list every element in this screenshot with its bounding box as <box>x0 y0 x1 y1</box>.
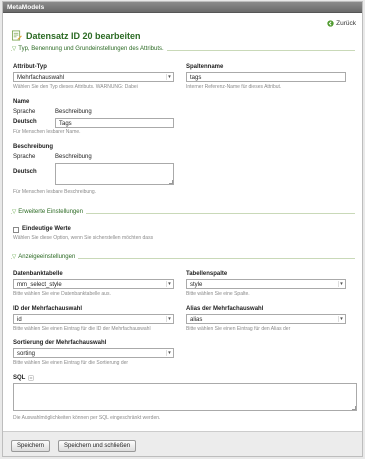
unique-values-help: Wählen Sie diese Option, wenn Sie sicher… <box>13 235 154 241</box>
description-help: Für Menschen lesbare Beschreibung. <box>13 189 97 195</box>
resize-handle[interactable] <box>169 180 173 184</box>
table-column-label: Tabellenspalte <box>186 271 228 277</box>
table-column-value: style <box>190 282 203 288</box>
back-arrow-icon <box>327 20 334 27</box>
resize-handle[interactable] <box>352 406 356 410</box>
id-column-label: ID der Mehrfachauswahl <box>13 306 83 312</box>
sorting-select[interactable]: sorting ▼ <box>13 348 174 358</box>
help-wizard-icon[interactable] <box>28 375 34 381</box>
section-type-name-label: Typ, Benennung und Grundeinstellungen de… <box>18 46 164 52</box>
column-name-value: tags <box>190 75 202 81</box>
sql-help: Die Auswahlmöglichkeiten können per SQL … <box>13 415 161 421</box>
dropdown-arrow-icon: ▼ <box>166 74 172 80</box>
dropdown-arrow-icon: ▼ <box>166 281 172 287</box>
description-language: Deutsch <box>13 169 37 175</box>
sorting-help: Bitte wählen Sie einen Eintrag für die S… <box>13 360 129 366</box>
name-label: Name <box>13 99 30 105</box>
db-table-label: Datenbanktabelle <box>13 271 63 277</box>
save-button[interactable]: Speichern <box>11 440 51 452</box>
name-col-description: Beschreibung <box>55 109 92 115</box>
name-input[interactable]: Tags <box>55 118 174 128</box>
column-name-help: Interner Referenz-Name für dieses Attrib… <box>186 84 282 90</box>
sorting-label: Sortierung der Mehrfachauswahl <box>13 340 107 346</box>
section-extended-label: Erweiterte Einstellungen <box>18 209 83 215</box>
main-window: MetaModels Zurück Datensatz ID 20 bearbe… <box>2 1 363 457</box>
column-name-input[interactable]: tags <box>186 72 346 82</box>
back-label: Zurück <box>336 20 356 27</box>
page-heading: Datensatz ID 20 bearbeiten <box>11 30 141 41</box>
back-link[interactable]: Zurück <box>327 20 356 27</box>
edit-record-icon <box>12 30 22 41</box>
save-and-close-button[interactable]: Speichern und schließen <box>58 440 137 452</box>
unique-values-label: Eindeutige Werte <box>22 226 71 232</box>
page-title: Datensatz ID 20 bearbeiten <box>26 30 141 41</box>
db-table-select[interactable]: mm_select_style ▼ <box>13 279 174 289</box>
description-col-description: Beschreibung <box>55 154 92 160</box>
description-label: Beschreibung <box>13 144 54 150</box>
name-language: Deutsch <box>13 119 37 125</box>
description-textarea[interactable] <box>55 163 174 185</box>
sorting-value: sorting <box>17 351 36 357</box>
chevron-down-icon: ▽ <box>12 209 17 215</box>
alias-column-value: alias <box>190 317 203 323</box>
column-name-label: Spaltenname <box>186 64 224 70</box>
attribute-type-label: Attribut-Typ <box>13 64 47 70</box>
id-column-help: Bitte wählen Sie einen Eintrag für die I… <box>13 326 151 332</box>
name-col-language: Sprache <box>13 109 36 115</box>
app-title-bar: MetaModels <box>3 2 362 13</box>
dropdown-arrow-icon: ▼ <box>338 316 344 322</box>
edit-form: Zurück Datensatz ID 20 bearbeiten ▽ Typ,… <box>3 14 362 432</box>
app-title: MetaModels <box>7 4 45 11</box>
table-column-help: Bitte wählen Sie eine Spalte. <box>186 291 250 297</box>
id-column-select[interactable]: id ▼ <box>13 314 174 324</box>
chevron-down-icon: ▽ <box>12 46 17 52</box>
dropdown-arrow-icon: ▼ <box>166 350 172 356</box>
section-extended[interactable]: ▽ Erweiterte Einstellungen <box>12 209 86 215</box>
dropdown-arrow-icon: ▼ <box>338 281 344 287</box>
section-display[interactable]: ▽ Anzeigeeinstellungen <box>12 254 79 260</box>
db-table-value: mm_select_style <box>17 282 62 288</box>
id-column-value: id <box>17 317 22 323</box>
sql-textarea[interactable] <box>13 383 357 411</box>
unique-values-checkbox[interactable] <box>13 227 19 233</box>
attribute-type-value: Mehrfachauswahl <box>17 75 65 81</box>
section-display-label: Anzeigeeinstellungen <box>18 254 76 260</box>
sql-label: SQL <box>13 375 26 381</box>
alias-column-help: Bitte wählen Sie einen Eintrag für den A… <box>186 326 291 332</box>
dropdown-arrow-icon: ▼ <box>166 316 172 322</box>
form-footer: Speichern Speichern und schließen <box>3 431 362 456</box>
alias-column-label: Alias der Mehrfachauswahl <box>186 306 264 312</box>
name-help: Für Menschen lesbarer Name. <box>13 129 81 135</box>
description-col-language: Sprache <box>13 154 36 160</box>
section-type-name[interactable]: ▽ Typ, Benennung und Grundeinstellungen … <box>12 46 167 52</box>
db-table-help: Bitte wählen Sie eine Datenbanktabelle a… <box>13 291 111 297</box>
alias-column-select[interactable]: alias ▼ <box>186 314 346 324</box>
table-column-select[interactable]: style ▼ <box>186 279 346 289</box>
attribute-type-select[interactable]: Mehrfachauswahl ▼ <box>13 72 174 82</box>
name-value: Tags <box>59 121 72 127</box>
chevron-down-icon: ▽ <box>12 254 17 260</box>
attribute-type-help: Wählen Sie den Typ dieses Attributs. WAR… <box>13 84 138 90</box>
